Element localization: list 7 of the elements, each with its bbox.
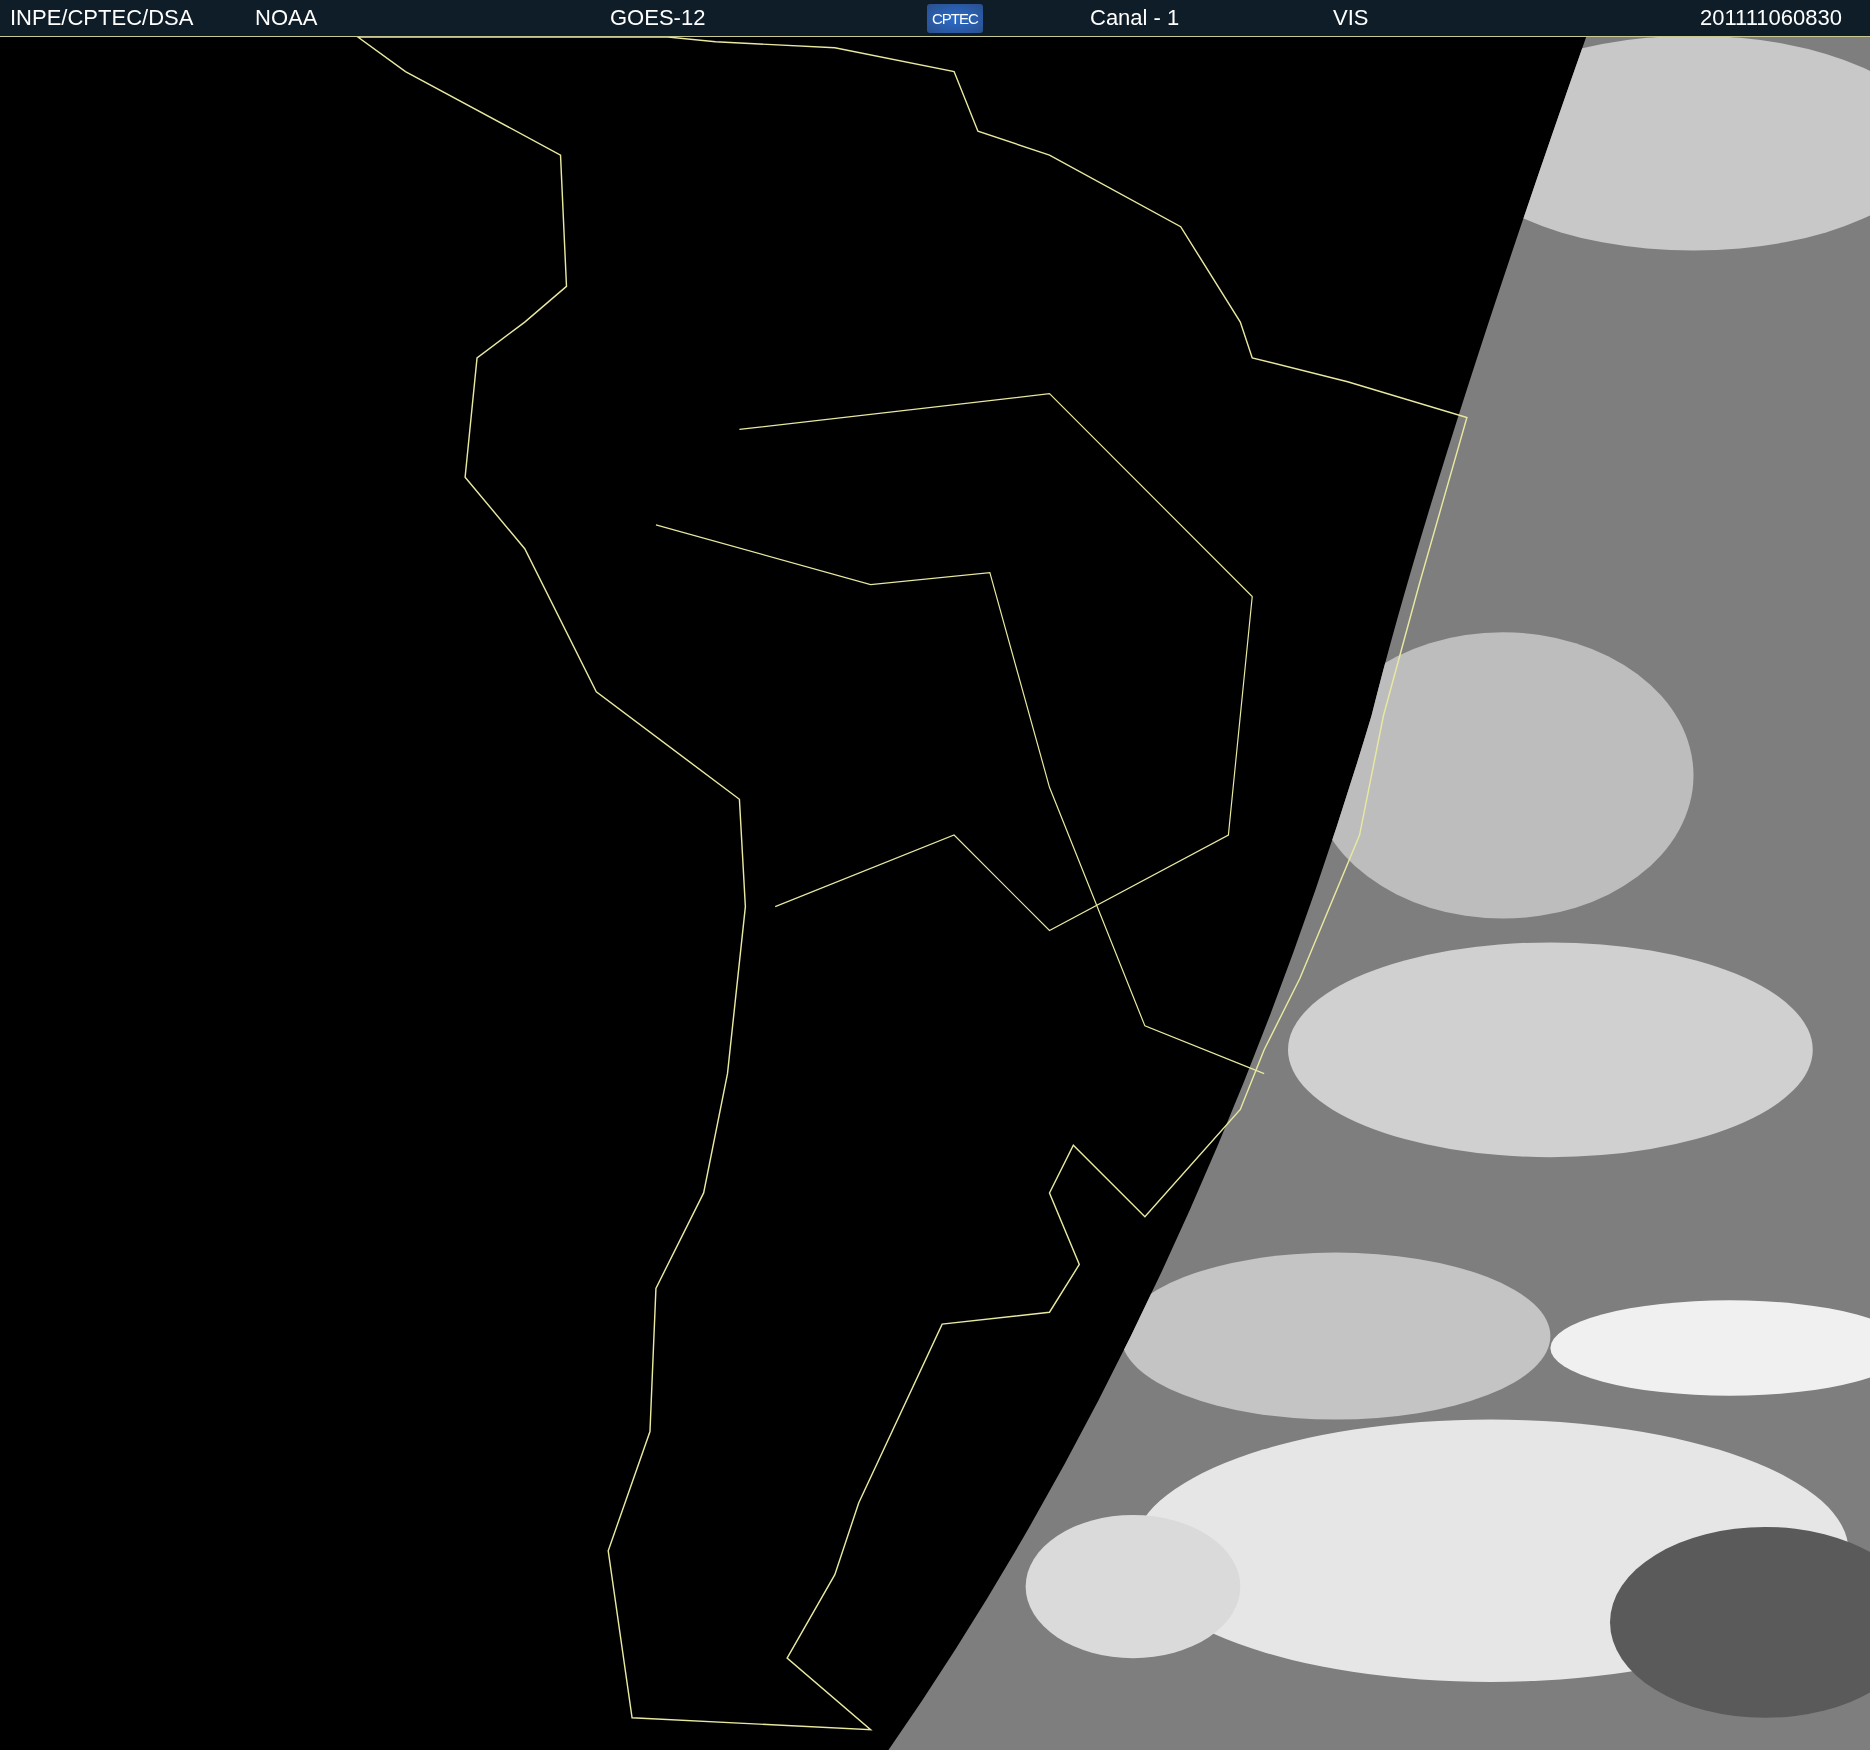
header-label: VIS [1333, 5, 1369, 31]
header-label: 201111060830 [1700, 5, 1842, 31]
header-label: INPE/CPTEC/DSA [10, 5, 194, 31]
header-label: NOAA [255, 5, 318, 31]
header-label: GOES-12 [610, 5, 706, 31]
header-label: Canal - 1 [1090, 5, 1180, 31]
logo: CPTEC [927, 3, 983, 33]
